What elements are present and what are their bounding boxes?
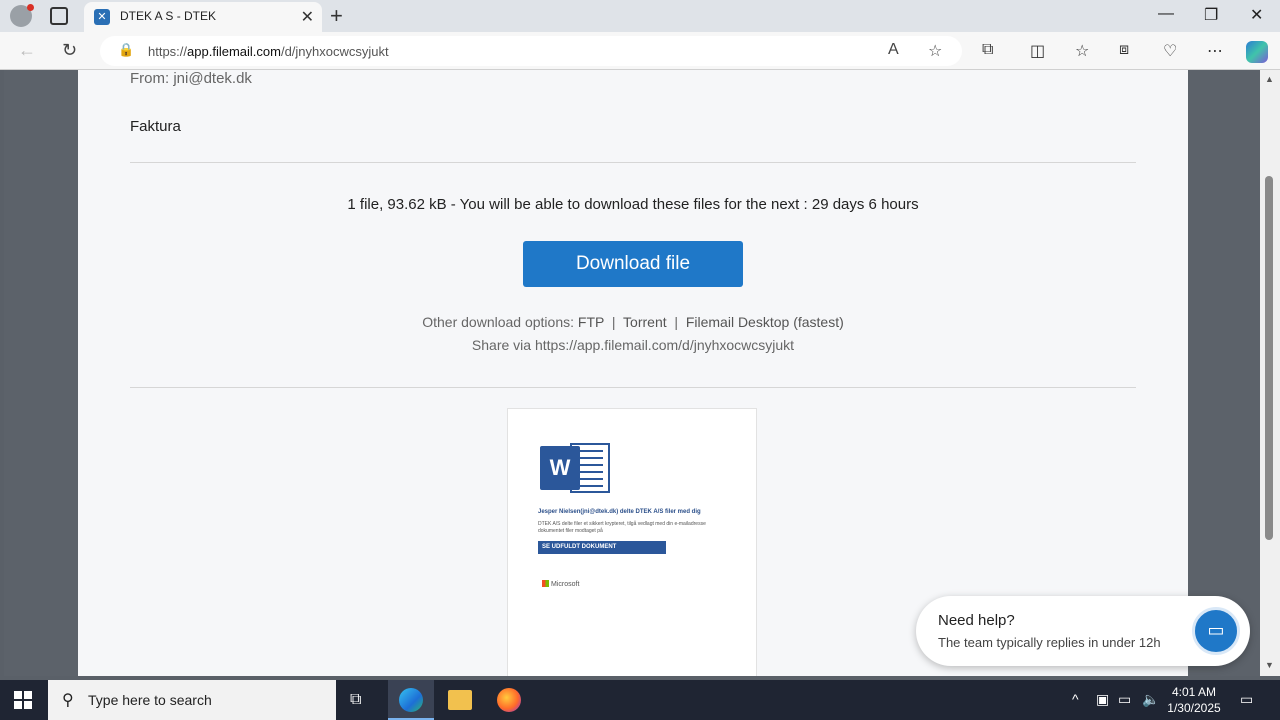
meet-now-icon[interactable]: ▣ <box>1096 691 1109 708</box>
restore-icon[interactable]: ❐ <box>1204 5 1218 25</box>
taskbar-search[interactable]: ⚲ Type here to search <box>48 680 336 720</box>
ftp-link[interactable]: FTP <box>578 314 604 330</box>
url-bar[interactable]: 🔒 https://app.filemail.com/d/jnyhxocwcsy… <box>100 36 962 66</box>
notifications-icon[interactable]: ▭ <box>1240 691 1253 708</box>
file-explorer-icon[interactable] <box>448 690 472 710</box>
clock[interactable]: 4:01 AM 1/30/2025 <box>1160 684 1228 716</box>
search-icon: ⚲ <box>62 692 74 709</box>
file-preview[interactable]: W Jesper Nielsen(jni@dtek.dk) delte DTEK… <box>507 408 757 676</box>
edge-icon[interactable] <box>399 688 423 712</box>
torrent-link[interactable]: Torrent <box>623 314 667 330</box>
browser-essentials-icon[interactable]: ♡ <box>1163 41 1177 61</box>
download-card: From: jni@dtek.dk Faktura 1 file, 93.62 … <box>78 70 1188 676</box>
chat-subtitle: The team typically replies in under 12h <box>938 635 1161 650</box>
scroll-thumb[interactable] <box>1265 176 1273 540</box>
volume-icon[interactable]: 🔈 <box>1142 691 1159 708</box>
new-tab-icon[interactable]: + <box>330 3 343 29</box>
network-icon[interactable]: ▭ <box>1118 691 1131 708</box>
clock-time: 4:01 AM <box>1171 685 1217 699</box>
tab-title: DTEK A S - DTEK <box>120 9 217 23</box>
back-icon[interactable]: ← <box>18 40 36 61</box>
clock-date: 1/30/2025 <box>1167 701 1221 715</box>
more-menu-icon[interactable]: ⋯ <box>1207 41 1223 61</box>
window-close-icon[interactable]: ✕ <box>1250 5 1263 25</box>
lock-icon[interactable]: 🔒 <box>118 42 134 58</box>
copilot-icon[interactable] <box>1246 41 1268 63</box>
sender-text: From: jni@dtek.dk <box>130 70 252 87</box>
share-label: Share via <box>471 337 532 353</box>
preview-body: DTEK A/S delte filer et sikkert kryptere… <box>538 521 706 534</box>
filemail-desktop-link[interactable]: Filemail Desktop (fastest) <box>686 314 844 330</box>
chat-bubble-icon[interactable]: ▭ <box>1192 607 1240 655</box>
read-aloud-icon[interactable]: A <box>888 41 899 59</box>
other-options-label: Other download options: <box>422 314 574 330</box>
windows-start-icon[interactable] <box>14 691 32 709</box>
chat-heading: Need help? <box>938 612 1015 629</box>
favorites-icon[interactable]: ☆ <box>1075 41 1089 61</box>
profile-icon[interactable] <box>10 4 34 27</box>
subject-text: Faktura <box>130 118 181 135</box>
split-screen-icon[interactable]: ◫ <box>1030 41 1045 61</box>
files-info-text: 1 file, 93.62 kB - You will be able to d… <box>347 196 919 213</box>
microsoft-logo-icon <box>542 580 549 587</box>
task-view-icon[interactable]: ⧉ <box>350 691 361 709</box>
extensions-icon[interactable]: ⧉ <box>982 41 993 59</box>
share-line: Share via https://app.filemail.com/d/jny… <box>78 337 1188 353</box>
url-text[interactable]: https://app.filemail.com/d/jnyhxocwcsyju… <box>148 44 389 59</box>
tab-actions-icon[interactable] <box>50 7 68 25</box>
filemail-favicon-icon: ✕ <box>94 9 110 25</box>
other-download-options: Other download options: FTP | Torrent | … <box>422 314 844 330</box>
preview-microsoft-brand: Microsoft <box>542 580 579 588</box>
minimize-icon[interactable]: — <box>1158 5 1174 23</box>
taskbar: ⚲ Type here to search ⧉ ^ ▣ ▭ 🔈 4:01 AM … <box>0 680 1280 720</box>
tab-close-icon[interactable]: ✕ <box>301 7 314 27</box>
scroll-down-icon[interactable]: ▼ <box>1265 660 1274 670</box>
collections-icon[interactable]: ⧈ <box>1119 41 1129 59</box>
word-logo-icon: W <box>540 443 610 493</box>
scroll-up-icon[interactable]: ▲ <box>1265 74 1274 84</box>
page-viewport: From: jni@dtek.dk Faktura 1 file, 93.62 … <box>4 70 1260 676</box>
download-file-button[interactable]: Download file <box>523 241 743 287</box>
tab-bar: ✕ DTEK A S - DTEK ✕ + — ❐ ✕ <box>0 0 1280 32</box>
divider <box>130 387 1136 388</box>
search-placeholder: Type here to search <box>88 692 212 708</box>
preview-title: Jesper Nielsen(jni@dtek.dk) delte DTEK A… <box>538 509 701 515</box>
divider <box>130 162 1136 163</box>
page-scrollbar[interactable]: ▲ ▼ <box>1260 70 1280 676</box>
address-toolbar: ← ↻ 🔒 https://app.filemail.com/d/jnyhxoc… <box>0 32 1280 70</box>
share-url[interactable]: https://app.filemail.com/d/jnyhxocwcsyju… <box>535 337 794 353</box>
favorite-star-icon[interactable]: ☆ <box>928 41 942 61</box>
help-chat-widget[interactable]: Need help? The team typically replies in… <box>916 596 1250 666</box>
tab-active[interactable]: ✕ DTEK A S - DTEK ✕ <box>84 2 322 32</box>
refresh-icon[interactable]: ↻ <box>62 40 77 61</box>
firefox-icon[interactable] <box>497 688 521 712</box>
preview-view-document-button: SE UDFULDT DOKUMENT <box>538 541 666 554</box>
tray-overflow-icon[interactable]: ^ <box>1072 691 1079 707</box>
